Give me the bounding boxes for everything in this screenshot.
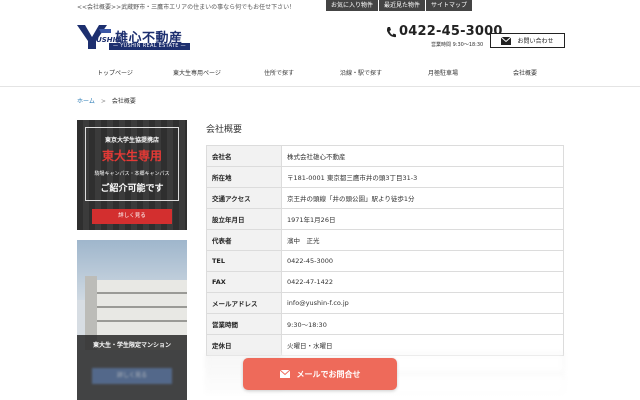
row-label: 会社名 xyxy=(206,145,282,167)
breadcrumb-home[interactable]: ホーム xyxy=(77,98,95,105)
table-row: 営業時間 9:30〜18:30 xyxy=(206,313,564,335)
row-value: 9:30〜18:30 xyxy=(281,313,564,335)
page-title: 会社概要 xyxy=(206,125,243,135)
row-value: 株式会社雄心不動産 xyxy=(281,145,564,167)
banner-details-button[interactable]: 詳しく見る xyxy=(92,368,172,384)
table-row: 設立年月日 1971年1月26日 xyxy=(206,208,564,230)
floating-button-label: メールでお問合せ xyxy=(296,369,361,379)
nav-item-parking[interactable]: 月極駐車場 xyxy=(402,68,484,80)
table-row: メールアドレス info@yushin-f.co.jp xyxy=(206,292,564,314)
row-value: info@yushin-f.co.jp xyxy=(281,292,564,314)
banner-caption: 東大生・学生限定マンション xyxy=(92,342,171,349)
utility-nav: お気に入り物件 最近見た物件 サイトマップ xyxy=(325,0,472,11)
row-label: TEL xyxy=(206,250,282,272)
contact-button[interactable]: お問い合わせ xyxy=(490,33,565,48)
banner-campus-text: 駒場キャンパス・本郷キャンパス xyxy=(94,171,170,177)
student-mansion-banner[interactable]: 東大生・学生限定マンション 詳しく見る xyxy=(77,240,187,400)
row-value: 0422-45-3000 xyxy=(281,250,564,272)
table-row: 代表者 濱中 正光 xyxy=(206,229,564,251)
breadcrumb-current: 会社概要 xyxy=(111,98,136,105)
row-label: FAX xyxy=(206,271,282,293)
top-bar: <<会社概要>>武蔵野市・三鷹市エリアの住まいの事なら何でもお任せ下さい！ お気… xyxy=(0,0,640,12)
recently-viewed-link[interactable]: 最近見た物件 xyxy=(378,0,425,11)
mail-icon xyxy=(279,370,290,378)
row-value: 京王井の頭線「井の頭公園」駅より徒歩1分 xyxy=(281,187,564,209)
banner-headline: 東大生専用 xyxy=(101,149,162,163)
banner-partner-text: 東京大学生協提携店 xyxy=(104,137,159,144)
building-floor-line xyxy=(97,320,187,322)
logo-subtitle: — YUSHIN REAL ESTATE — xyxy=(109,43,190,50)
contact-button-label: お問い合わせ xyxy=(517,38,554,45)
row-label: メールアドレス xyxy=(206,292,282,314)
site-logo[interactable]: YUSHIN 雄心不動産 — YUSHIN REAL ESTATE — xyxy=(77,25,197,53)
table-row: 交通アクセス 京王井の頭線「井の頭公園」駅より徒歩1分 xyxy=(206,187,564,209)
nav-item-todai[interactable]: 東大生専用ページ xyxy=(156,68,238,80)
table-row: FAX 0422-47-1422 xyxy=(206,271,564,293)
breadcrumb-separator: > xyxy=(100,98,106,105)
table-row: 会社名 株式会社雄心不動産 xyxy=(206,145,564,167)
row-value: 0422-47-1422 xyxy=(281,271,564,293)
nav-item-station-search[interactable]: 沿線・駅で探す xyxy=(320,68,402,80)
row-label: 交通アクセス xyxy=(206,187,282,209)
main-nav: トップページ 東大生専用ページ 住所で探す 沿線・駅で探す 月極駐車場 会社概要 xyxy=(74,68,566,80)
table-row: 所在地 〒181-0001 東京都三鷹市井の頭3丁目31-3 xyxy=(206,166,564,188)
row-value: 1971年1月26日 xyxy=(281,208,564,230)
row-label: 設立年月日 xyxy=(206,208,282,230)
table-row: TEL 0422-45-3000 xyxy=(206,250,564,272)
todai-banner[interactable]: 東京大学生協提携店 東大生専用 駒場キャンパス・本郷キャンパス ご紹介可能です … xyxy=(77,120,187,230)
phone-number: 0422-45-3000 xyxy=(399,24,503,39)
nav-item-address-search[interactable]: 住所で探す xyxy=(238,68,320,80)
nav-item-top[interactable]: トップページ xyxy=(74,68,156,80)
building-floor-line xyxy=(97,292,187,294)
row-value: 濱中 正光 xyxy=(281,229,564,251)
business-hours: 営業時間 9:30〜18:30 xyxy=(431,42,484,48)
site-tagline: <<会社概要>>武蔵野市・三鷹市エリアの住まいの事なら何でもお任せ下さい！ xyxy=(77,4,296,11)
nav-divider xyxy=(0,86,640,87)
nav-item-company[interactable]: 会社概要 xyxy=(484,68,566,80)
row-label: 所在地 xyxy=(206,166,282,188)
mail-icon xyxy=(501,36,512,45)
building-floor-line xyxy=(97,306,187,308)
row-label: 営業時間 xyxy=(206,313,282,335)
header-phone[interactable]: 0422-45-3000 xyxy=(386,24,503,39)
breadcrumb: ホーム > 会社概要 xyxy=(77,96,136,105)
favorites-link[interactable]: お気に入り物件 xyxy=(325,0,378,11)
banner-details-button[interactable]: 詳しく見る xyxy=(92,209,172,224)
company-info-table: 会社名 株式会社雄心不動産 所在地 〒181-0001 東京都三鷹市井の頭3丁目31-… xyxy=(206,145,564,356)
row-label: 代表者 xyxy=(206,229,282,251)
sitemap-link[interactable]: サイトマップ xyxy=(425,0,472,11)
banner-intro-text: ご紹介可能です xyxy=(100,184,164,194)
row-value: 〒181-0001 東京都三鷹市井の頭3丁目31-3 xyxy=(281,166,564,188)
floating-mail-contact-button[interactable]: メールでお問合せ xyxy=(243,358,397,390)
phone-icon xyxy=(386,26,396,37)
